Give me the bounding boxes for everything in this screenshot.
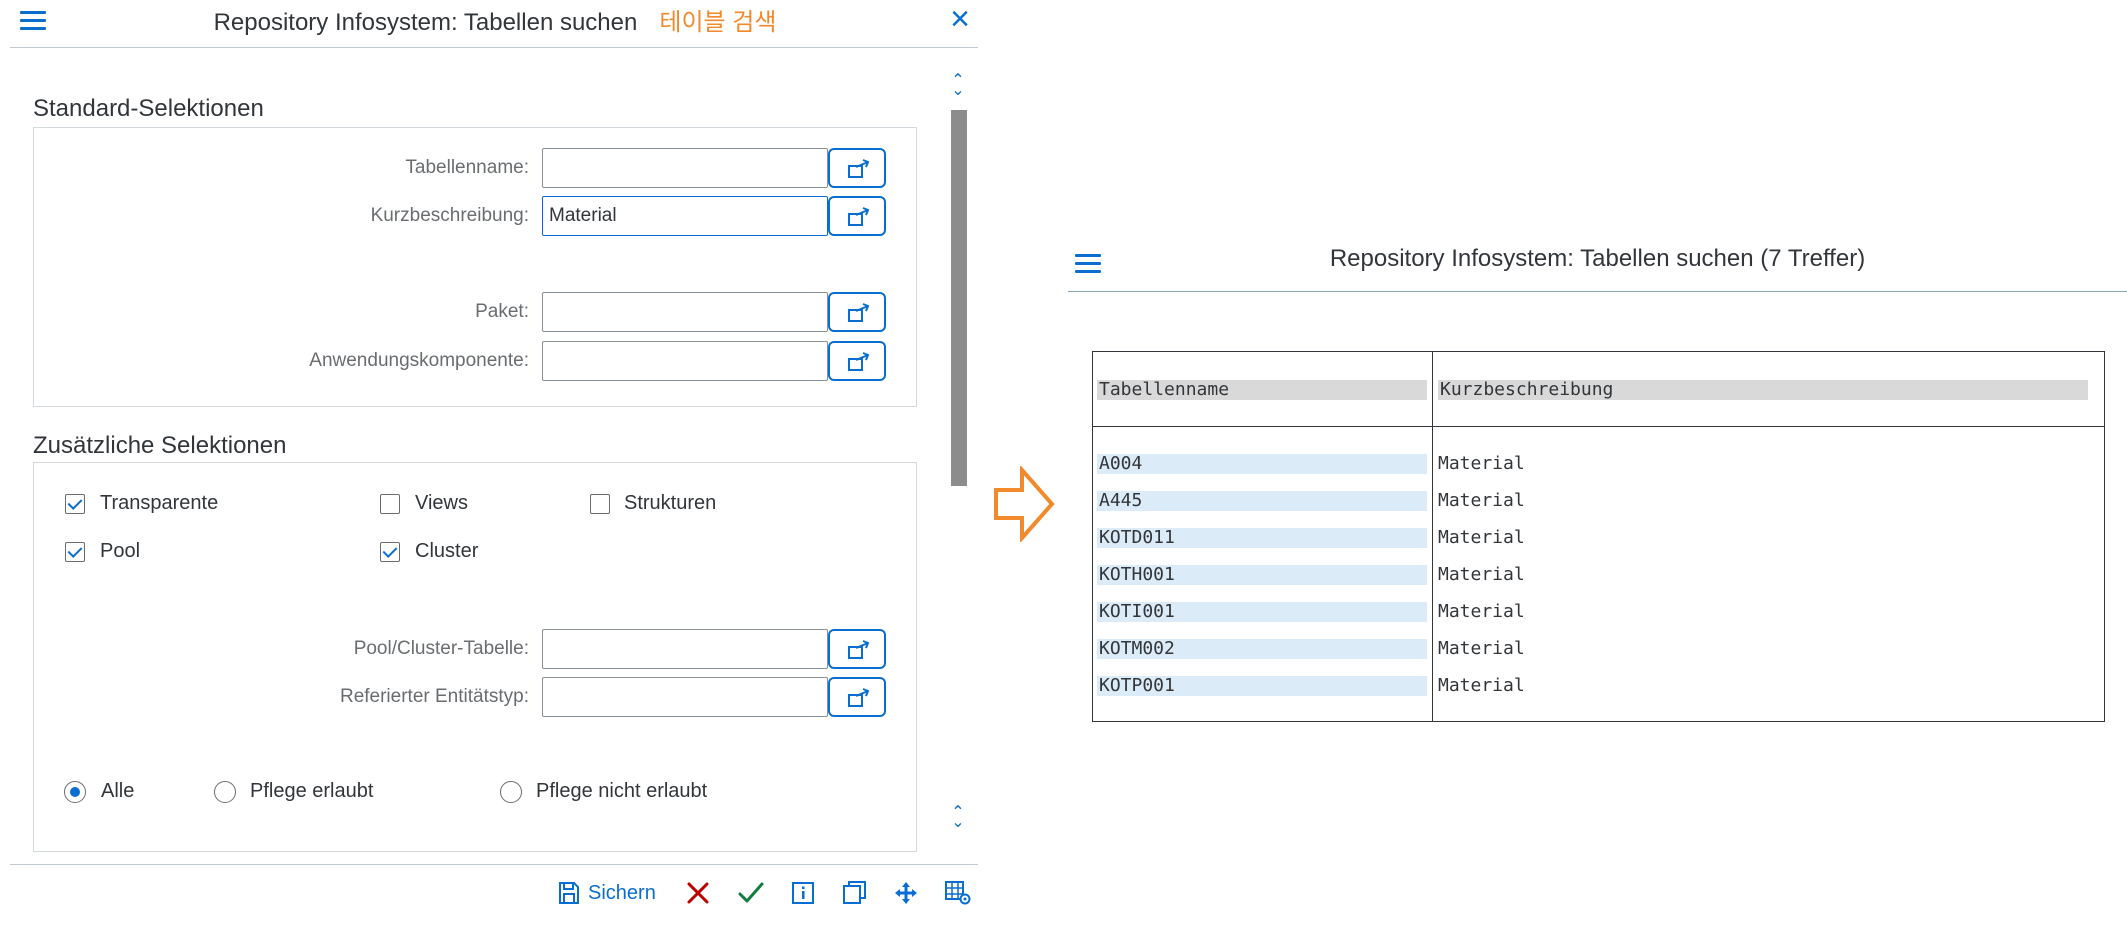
standard-selections-title: Standard-Selektionen (33, 95, 264, 122)
field-label-paket: Paket: (475, 301, 529, 322)
radio-label-alle: Alle (101, 780, 135, 802)
radio-label-pflege-nicht-erlaubt: Pflege nicht erlaubt (536, 780, 708, 802)
transition-arrow-icon (994, 466, 1055, 542)
table-cell-kurzbeschreibung: Material (1438, 490, 1525, 511)
cancel-button[interactable] (686, 876, 710, 910)
checkbox-label-views: Views (415, 492, 468, 514)
radio-label-pflege-erlaubt: Pflege erlaubt (250, 780, 374, 802)
header-separator (1093, 426, 2104, 427)
checkbox-cluster[interactable] (380, 542, 400, 562)
checkbox-label-strukturen: Strukturen (624, 492, 717, 514)
cancel-icon (687, 882, 709, 904)
footer-divider (10, 864, 978, 865)
value-help-icon (848, 303, 870, 322)
table-cell-tabellenname[interactable]: A445 (1097, 491, 1427, 511)
pool-cluster-tabelle-value-help-button[interactable] (828, 629, 886, 669)
checkbox-transparente[interactable] (65, 494, 85, 514)
column-header-tabellenname[interactable]: Tabellenname (1097, 380, 1427, 400)
result-table: Tabellenname Kurzbeschreibung A004 Mater… (1092, 351, 2105, 722)
tabellenname-input[interactable] (542, 148, 828, 188)
field-label-anwendungskomponente: Anwendungskomponente: (309, 350, 529, 371)
radio-pflege-erlaubt[interactable] (214, 781, 236, 803)
info-icon (792, 882, 814, 904)
referierter-entitaetstyp-value-help-button[interactable] (828, 677, 886, 717)
move-button[interactable] (894, 876, 918, 910)
vertical-scrollbar[interactable] (951, 110, 967, 486)
tabellenname-value-help-button[interactable] (828, 148, 886, 188)
radio-alle[interactable] (64, 781, 86, 803)
value-help-icon (848, 352, 870, 371)
info-button[interactable] (792, 876, 814, 910)
field-label-pool-cluster-tabelle: Pool/Cluster-Tabelle: (353, 638, 529, 659)
checkbox-pool[interactable] (65, 542, 85, 562)
table-cell-tabellenname[interactable]: KOTM002 (1097, 639, 1427, 659)
table-cell-kurzbeschreibung: Material (1438, 675, 1525, 696)
save-button[interactable]: Sichern (558, 876, 656, 910)
checkbox-views[interactable] (380, 494, 400, 514)
field-label-tabellenname: Tabellenname: (405, 157, 529, 178)
copy-button[interactable] (843, 876, 867, 910)
table-cell-tabellenname[interactable]: KOTP001 (1097, 676, 1427, 696)
table-cell-kurzbeschreibung: Material (1438, 453, 1525, 474)
paket-value-help-button[interactable] (828, 292, 886, 332)
table-cell-tabellenname[interactable]: KOTD011 (1097, 528, 1427, 548)
table-cell-kurzbeschreibung: Material (1438, 601, 1525, 622)
radio-pflege-nicht-erlaubt[interactable] (500, 781, 522, 803)
table-cell-tabellenname[interactable]: KOTH001 (1097, 565, 1427, 585)
save-icon (559, 882, 579, 904)
table-cell-kurzbeschreibung: Material (1438, 527, 1525, 548)
checkbox-label-transparente: Transparente (100, 492, 219, 514)
value-help-icon (848, 640, 870, 659)
dialog-title-korean: 테이블 검색 (659, 9, 777, 36)
dialog-title: Repository Infosystem: Tabellen suchen 테이… (0, 2, 990, 37)
table-cell-kurzbeschreibung: Material (1438, 564, 1525, 585)
pool-cluster-tabelle-input[interactable] (542, 629, 828, 669)
additional-selections-title: Zusätzliche Selektionen (33, 432, 287, 459)
field-label-kurzbeschreibung: Kurzbeschreibung: (370, 205, 529, 226)
checkbox-label-cluster: Cluster (415, 540, 479, 562)
close-icon[interactable]: × (946, 2, 974, 36)
header-divider (10, 47, 978, 48)
anwendungskomponente-input[interactable] (542, 341, 828, 381)
checkbox-strukturen[interactable] (590, 494, 610, 514)
scroll-up-icon[interactable]: ⌃ ⌄ (948, 73, 968, 99)
column-header-kurzbeschreibung[interactable]: Kurzbeschreibung (1438, 380, 2088, 400)
value-help-icon (848, 159, 870, 178)
dialog-title-text: Repository Infosystem: Tabellen suchen (213, 9, 638, 36)
value-help-icon (848, 688, 870, 707)
table-search-dialog: Repository Infosystem: Tabellen suchen 테이… (0, 0, 990, 946)
value-help-icon (848, 207, 870, 226)
execute-check-icon (738, 882, 764, 903)
checkbox-label-pool: Pool (100, 540, 141, 562)
table-cell-tabellenname[interactable]: KOTI001 (1097, 602, 1427, 622)
move-icon (895, 882, 917, 904)
result-title: Repository Infosystem: Tabellen suchen (… (1329, 245, 1866, 272)
table-cell-kurzbeschreibung: Material (1438, 638, 1525, 659)
execute-button[interactable] (738, 876, 764, 910)
kurzbeschreibung-input[interactable] (542, 196, 828, 236)
column-separator (1432, 352, 1433, 721)
save-button-label: Sichern (588, 881, 656, 904)
paket-input[interactable] (542, 292, 828, 332)
scroll-down-icon[interactable]: ⌃ ⌄ (948, 805, 968, 831)
field-label-referierter-entitaetstyp: Referierter Entitätstyp: (339, 686, 529, 707)
anwendungskomponente-value-help-button[interactable] (828, 341, 886, 381)
kurzbeschreibung-value-help-button[interactable] (828, 196, 886, 236)
copy-icon (843, 881, 866, 904)
result-header-divider (1068, 291, 2127, 292)
referierter-entitaetstyp-input[interactable] (542, 677, 828, 717)
table-cell-tabellenname[interactable]: A004 (1097, 454, 1427, 474)
settings-table-icon (945, 881, 971, 905)
settings-button[interactable] (945, 876, 971, 910)
